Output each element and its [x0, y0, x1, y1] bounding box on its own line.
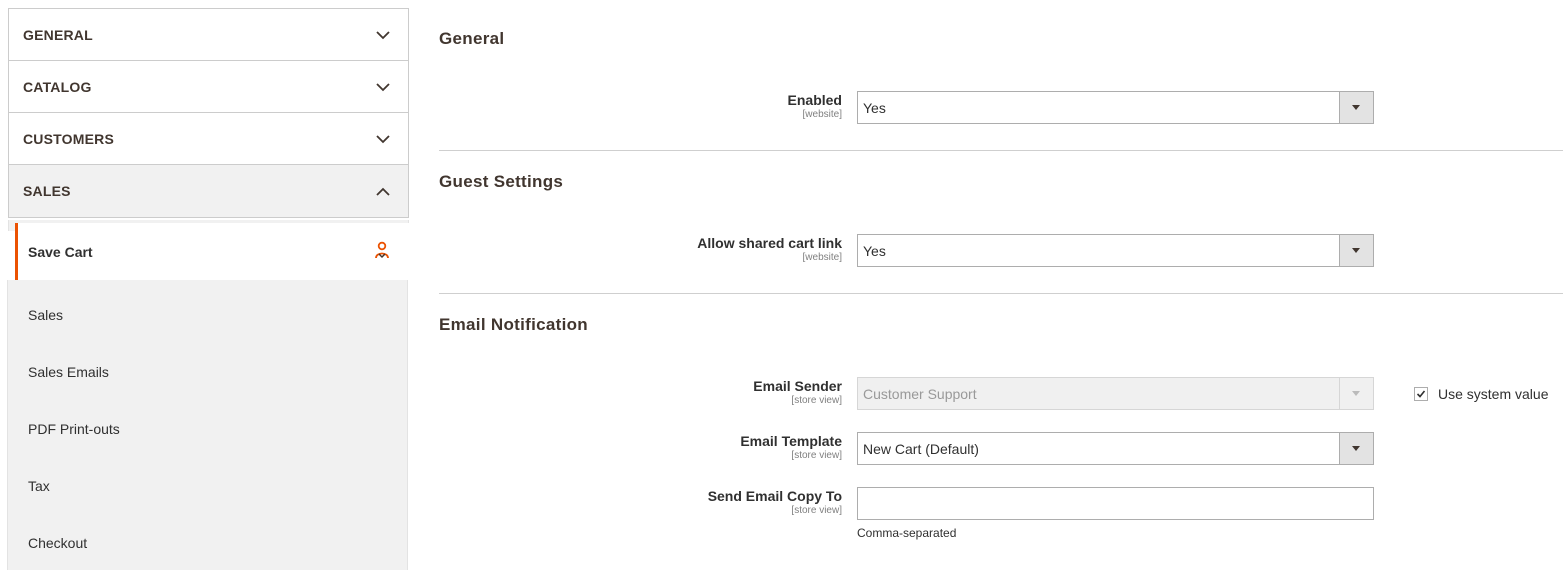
field-label: Allow shared cart link: [697, 235, 842, 251]
caret-down-icon: [1352, 446, 1360, 451]
vendor-logo-icon: [375, 241, 389, 259]
scope-label: [store view]: [791, 505, 842, 516]
field-label: Email Sender: [753, 378, 842, 394]
sales-submenu: Sales Sales Emails PDF Print-outs Tax Ch…: [7, 280, 408, 570]
use-system-value-toggle[interactable]: Use system value: [1414, 386, 1548, 402]
select-arrow-button[interactable]: [1339, 433, 1373, 464]
select-value: Yes: [863, 100, 886, 116]
chevron-down-icon: [376, 134, 390, 143]
section-label: SALES: [23, 183, 71, 199]
caret-down-icon: [1352, 391, 1360, 396]
section-title-guest-settings: Guest Settings: [439, 172, 564, 191]
select-arrow-button: [1339, 378, 1373, 409]
section-label: GENERAL: [23, 26, 93, 43]
sidebar-item-save-cart[interactable]: Save Cart: [15, 223, 409, 280]
sidebar-item-label: Save Cart: [28, 243, 93, 260]
section-label: CATALOG: [23, 78, 92, 95]
select-value: Customer Support: [863, 386, 977, 402]
select-arrow-button[interactable]: [1339, 92, 1373, 123]
select-value: Yes: [863, 243, 886, 259]
caret-down-icon: [1352, 248, 1360, 253]
section-general[interactable]: GENERAL: [8, 8, 409, 60]
sidebar-item-sales[interactable]: Sales: [28, 307, 63, 323]
email-template-label-group: Email Template [store view]: [740, 433, 842, 461]
shared-cart-label-group: Allow shared cart link [website]: [697, 235, 842, 263]
section-label: CUSTOMERS: [23, 130, 114, 147]
chevron-up-icon: [376, 187, 390, 196]
email-sender-select: Customer Support: [857, 377, 1374, 410]
select-arrow-button[interactable]: [1339, 235, 1373, 266]
caret-down-icon: [1352, 105, 1360, 110]
select-value: New Cart (Default): [863, 441, 979, 457]
scope-label: [store view]: [791, 395, 842, 406]
section-title-email-notification: Email Notification: [439, 315, 588, 334]
use-system-value-checkbox[interactable]: [1414, 387, 1428, 401]
email-template-select[interactable]: New Cart (Default): [857, 432, 1374, 465]
sidebar-item-pdf-print-outs[interactable]: PDF Print-outs: [28, 421, 120, 437]
section-title-general: General: [439, 29, 505, 48]
field-label: Enabled: [787, 92, 842, 108]
section-customers[interactable]: CUSTOMERS: [8, 112, 409, 164]
sidebar-item-sales-emails[interactable]: Sales Emails: [28, 364, 109, 380]
sidebar-item-tax[interactable]: Tax: [28, 478, 50, 494]
checkmark-icon: [1416, 390, 1426, 398]
email-sender-label-group: Email Sender [store view]: [753, 378, 842, 406]
sidebar-item-checkout[interactable]: Checkout: [28, 535, 87, 551]
enabled-select[interactable]: Yes: [857, 91, 1374, 124]
scope-label: [store view]: [791, 450, 842, 461]
divider: [439, 150, 1563, 151]
section-sales[interactable]: SALES: [8, 164, 409, 218]
scope-label: [website]: [802, 252, 842, 263]
section-catalog[interactable]: CATALOG: [8, 60, 409, 112]
field-label: Send Email Copy To: [707, 488, 842, 504]
field-note: Comma-separated: [857, 526, 957, 540]
scope-label: [website]: [802, 109, 842, 120]
field-label: Email Template: [740, 433, 842, 449]
send-email-copy-label-group: Send Email Copy To [store view]: [708, 488, 842, 516]
send-email-copy-input[interactable]: [857, 487, 1374, 520]
divider: [439, 293, 1563, 294]
shared-cart-link-select[interactable]: Yes: [857, 234, 1374, 267]
use-system-value-label: Use system value: [1438, 386, 1549, 402]
chevron-down-icon: [376, 30, 390, 39]
chevron-down-icon: [376, 82, 390, 91]
enabled-label-group: Enabled [website]: [788, 92, 842, 120]
